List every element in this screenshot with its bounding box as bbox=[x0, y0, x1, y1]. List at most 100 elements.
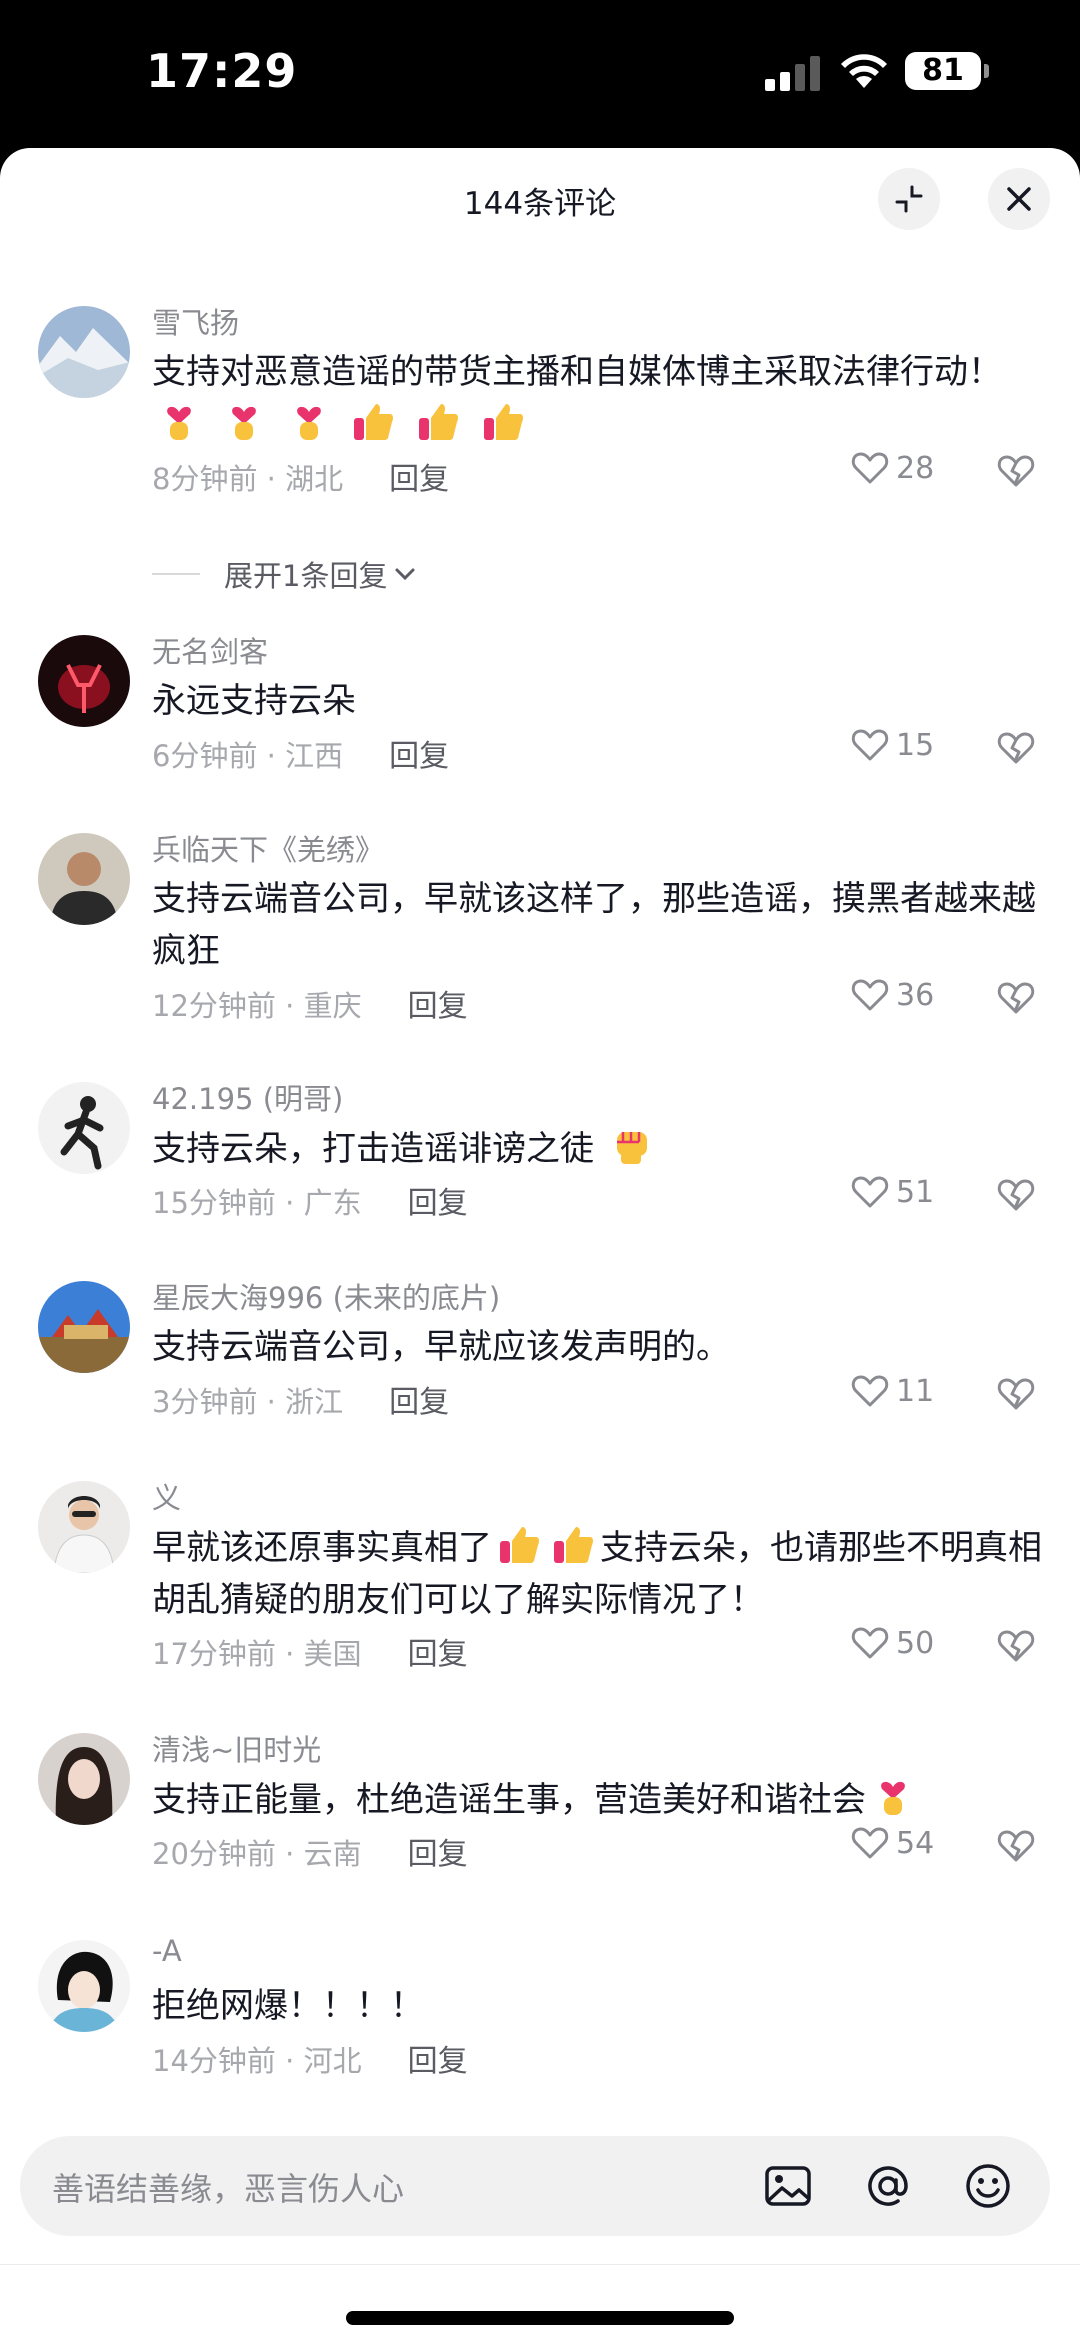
comment-time: 8分钟前 bbox=[152, 462, 258, 496]
heart-icon bbox=[851, 452, 889, 484]
avatar[interactable] bbox=[38, 833, 130, 925]
comment-meta: 8分钟前 · 湖北 回复 bbox=[152, 462, 450, 497]
comment-location: 美国 bbox=[303, 1637, 362, 1671]
heart-icon bbox=[851, 1375, 889, 1407]
like-button[interactable]: 15 bbox=[850, 725, 948, 765]
dislike-icon[interactable] bbox=[996, 1626, 1036, 1666]
finger-heart-icon bbox=[167, 406, 191, 440]
image-icon[interactable] bbox=[762, 2160, 814, 2212]
finger-heart-icon bbox=[231, 406, 256, 440]
home-indicator[interactable] bbox=[346, 2311, 734, 2325]
dislike-icon[interactable] bbox=[996, 978, 1036, 1018]
reply-button[interactable]: 回复 bbox=[389, 739, 449, 774]
wifi-icon bbox=[841, 54, 887, 88]
finger-heart-icon bbox=[881, 1781, 905, 1815]
comment-time: 20分钟前 bbox=[152, 1837, 276, 1871]
comment-time: 14分钟前 bbox=[152, 2044, 276, 2078]
dislike-icon[interactable] bbox=[996, 1826, 1036, 1866]
comment-username[interactable]: 星辰大海996 (未来的底片) bbox=[152, 1275, 500, 1317]
like-button[interactable]: 28 bbox=[850, 448, 948, 488]
thumbs-up-icon bbox=[500, 1527, 540, 1563]
comment-username[interactable]: 清浅~旧时光 bbox=[152, 1727, 321, 1769]
heart-icon bbox=[851, 1827, 889, 1859]
comment-location: 江西 bbox=[285, 739, 344, 773]
dislike-icon[interactable] bbox=[996, 451, 1036, 491]
reply-button[interactable]: 回复 bbox=[408, 1186, 468, 1221]
comment-text-body: 支持云朵，打击造谣诽谤之徒 bbox=[152, 1129, 594, 1169]
mention-icon[interactable] bbox=[862, 2160, 914, 2212]
comment-username[interactable]: 雪飞扬 bbox=[152, 300, 239, 342]
cellular-signal-icon bbox=[765, 55, 823, 91]
divider bbox=[152, 573, 200, 575]
avatar[interactable] bbox=[38, 1940, 130, 2032]
like-button[interactable]: 51 bbox=[850, 1172, 948, 1212]
close-icon bbox=[1007, 187, 1031, 211]
comment-location: 广东 bbox=[303, 1186, 362, 1220]
comment-location: 云南 bbox=[303, 1837, 362, 1871]
avatar[interactable] bbox=[38, 1082, 130, 1174]
comment-text: 永远支持云朵 bbox=[152, 681, 356, 721]
comment-location: 湖北 bbox=[285, 462, 344, 496]
avatar[interactable] bbox=[38, 1281, 130, 1373]
comment-location: 浙江 bbox=[285, 1385, 344, 1419]
close-button[interactable] bbox=[988, 168, 1050, 230]
like-button[interactable]: 54 bbox=[850, 1823, 948, 1863]
comment-time: 12分钟前 bbox=[152, 989, 276, 1023]
comment-username[interactable]: -A bbox=[152, 1934, 182, 1968]
heart-icon bbox=[851, 1176, 889, 1208]
like-count: 15 bbox=[896, 727, 935, 763]
comment-time: 15分钟前 bbox=[152, 1186, 276, 1220]
avatar[interactable] bbox=[38, 306, 130, 398]
status-time: 17:29 bbox=[146, 44, 298, 98]
avatar[interactable] bbox=[38, 1481, 130, 1573]
reply-button[interactable]: 回复 bbox=[408, 989, 468, 1024]
comment-username[interactable]: 无名剑客 bbox=[152, 629, 268, 671]
dislike-icon[interactable] bbox=[996, 1374, 1036, 1414]
comment-text: 支持对恶意造谣的带货主播和自媒体博主采取法律行动！ bbox=[152, 346, 1042, 451]
comment-time: 6分钟前 bbox=[152, 739, 258, 773]
finger-heart-icon bbox=[296, 406, 321, 440]
collapse-button[interactable] bbox=[878, 168, 940, 230]
battery-level: 81 bbox=[905, 52, 981, 90]
reply-button[interactable]: 回复 bbox=[389, 1385, 449, 1420]
comment-input[interactable]: 善语结善缘，恶言伤人心 bbox=[20, 2136, 1050, 2236]
comment-input-placeholder: 善语结善缘，恶言伤人心 bbox=[52, 2170, 405, 2208]
expand-replies-button[interactable]: 展开1条回复 bbox=[152, 553, 419, 595]
collapse-icon bbox=[895, 185, 923, 213]
avatar[interactable] bbox=[38, 635, 130, 727]
comment-username[interactable]: 42.195 (明哥) bbox=[152, 1076, 343, 1118]
like-count: 50 bbox=[896, 1625, 935, 1661]
like-button[interactable]: 36 bbox=[850, 975, 948, 1015]
divider bbox=[0, 2264, 1080, 2265]
comment-meta: 12分钟前 · 重庆 回复 bbox=[152, 989, 468, 1024]
thumbs-up-icon bbox=[484, 404, 524, 440]
reply-button[interactable]: 回复 bbox=[408, 1637, 468, 1672]
thumbs-up-icon bbox=[554, 1527, 594, 1563]
like-count: 54 bbox=[896, 1825, 935, 1861]
dislike-icon[interactable] bbox=[996, 1175, 1036, 1215]
comment-username[interactable]: 义 bbox=[152, 1475, 181, 1517]
like-count: 28 bbox=[896, 450, 935, 486]
expand-replies-label: 展开1条回复 bbox=[224, 559, 388, 593]
comment-text: 支持云朵，打击造谣诽谤之徒 bbox=[152, 1122, 1042, 1175]
comment-text-body: 支持对恶意造谣的带货主播和自媒体博主采取法律行动！ bbox=[152, 352, 1002, 392]
like-button[interactable]: 50 bbox=[850, 1623, 948, 1663]
reply-button[interactable]: 回复 bbox=[408, 1837, 468, 1872]
comment-time: 3分钟前 bbox=[152, 1385, 258, 1419]
comment-location: 河北 bbox=[303, 2044, 362, 2078]
emoji-icon[interactable] bbox=[962, 2160, 1014, 2212]
comment-text: 支持正能量，杜绝造谣生事，营造美好和谐社会 bbox=[152, 1773, 1042, 1826]
like-button[interactable]: 11 bbox=[850, 1371, 948, 1411]
comment-time: 17分钟前 bbox=[152, 1637, 276, 1671]
avatar[interactable] bbox=[38, 1733, 130, 1825]
like-count: 11 bbox=[896, 1373, 935, 1409]
reply-button[interactable]: 回复 bbox=[389, 462, 449, 497]
comment-meta: 15分钟前 · 广东 回复 bbox=[152, 1186, 468, 1221]
comment-meta: 6分钟前 · 江西 回复 bbox=[152, 739, 450, 774]
dislike-icon[interactable] bbox=[996, 728, 1036, 768]
comment-meta: 17分钟前 · 美国 回复 bbox=[152, 1637, 468, 1672]
comment-username[interactable]: 兵临天下《羌绣》 bbox=[152, 827, 384, 869]
reply-button[interactable]: 回复 bbox=[408, 2044, 468, 2079]
chevron-down-icon bbox=[395, 568, 415, 581]
comment-text: 支持云端音公司，早就该这样了，那些造谣，摸黑者越来越疯狂 bbox=[152, 879, 1036, 971]
